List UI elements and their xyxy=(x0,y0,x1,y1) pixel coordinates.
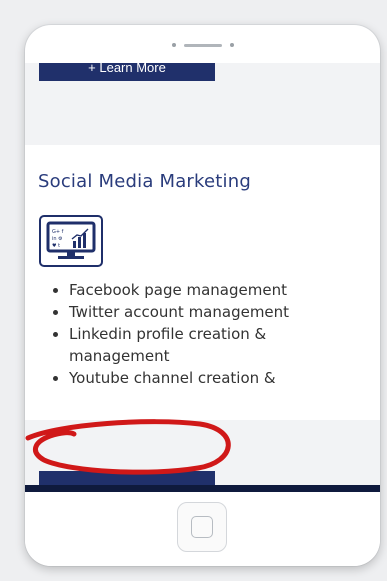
service-list: Facebook page management Twitter account… xyxy=(25,279,369,389)
monitor-chart-graphic: G+ f in ⚙ ♥ t xyxy=(46,221,96,259)
monitor-chart-icon: G+ f in ⚙ ♥ t xyxy=(39,215,103,267)
svg-text:in ⚙: in ⚙ xyxy=(52,236,63,242)
svg-text:G+ f: G+ f xyxy=(52,229,64,235)
camera-dot xyxy=(171,43,176,47)
list-item: Youtube channel creation & xyxy=(69,367,369,389)
home-button[interactable] xyxy=(177,502,227,552)
phone-frame: + Learn More Social Media Marketing G+ f… xyxy=(25,25,380,566)
learn-more-button[interactable]: + Learn More xyxy=(39,63,215,81)
list-item: Twitter account management xyxy=(69,301,369,323)
speaker-slot xyxy=(183,43,222,47)
sensor-dot xyxy=(229,43,234,47)
section-title: Social Media Marketing xyxy=(38,171,251,192)
phone-screen: + Learn More Social Media Marketing G+ f… xyxy=(25,63,380,515)
phone-chin xyxy=(25,492,380,566)
list-item: Facebook page management xyxy=(69,279,369,301)
earpiece xyxy=(25,38,380,52)
home-square-icon xyxy=(191,516,213,538)
content-card: Social Media Marketing G+ f in ⚙ ♥ t Fac… xyxy=(25,145,380,420)
highlighted-button[interactable] xyxy=(39,471,215,485)
svg-text:♥ t: ♥ t xyxy=(52,243,60,249)
list-item: Linkedin profile creation & management xyxy=(69,323,369,367)
